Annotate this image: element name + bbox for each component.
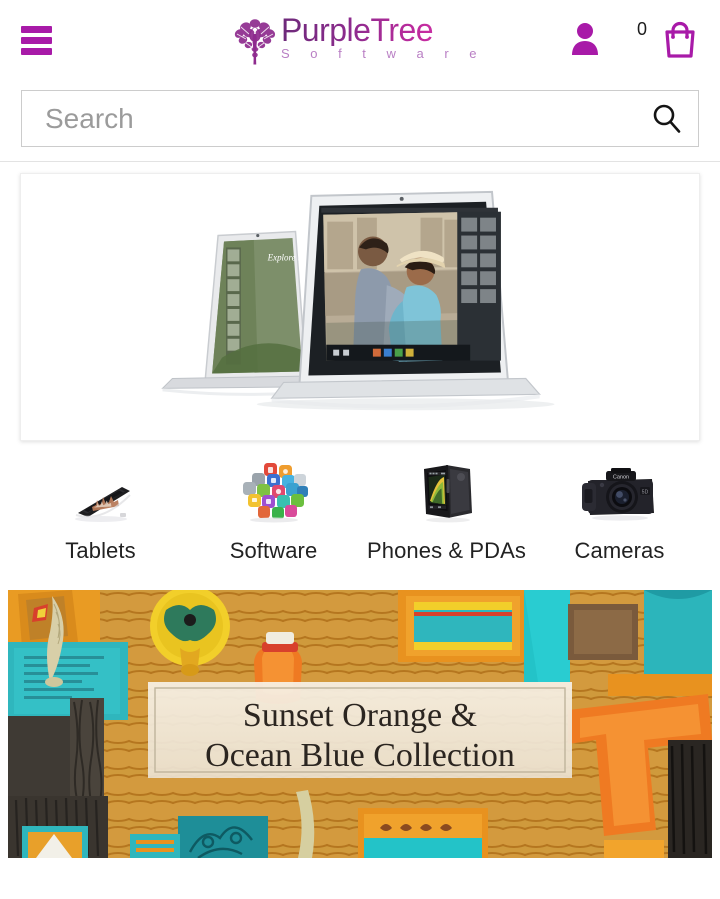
category-label: Software — [229, 538, 318, 563]
logo-primary-text: PurpleTree — [281, 14, 487, 46]
hamburger-bar — [21, 37, 52, 44]
category-label: Cameras — [574, 538, 665, 563]
search-icon — [653, 104, 681, 133]
macbook-illustration: Explore by date — [23, 174, 697, 440]
tree-icon — [234, 19, 276, 65]
category-label: Tablets — [65, 538, 136, 563]
category-item-tablets[interactable]: Tablets — [14, 461, 187, 564]
hamburger-bar — [21, 48, 52, 55]
category-label: Phones & PDAs — [366, 538, 527, 563]
site-logo[interactable]: PurpleTree S o f t w a r e — [233, 11, 487, 66]
hamburger-bar — [21, 26, 52, 33]
header-actions: 0 — [571, 18, 701, 60]
category-item-cameras[interactable]: Canon 5D Cameras — [533, 461, 706, 564]
promo-line-1: Sunset Orange & — [243, 697, 477, 734]
smartphone-icon — [360, 461, 533, 523]
svg-text:Canon: Canon — [612, 475, 628, 481]
hero-banner-macbook[interactable]: Explore by date — [20, 173, 700, 441]
promo-section: Sunset Orange & Ocean Blue Collection Su… — [0, 564, 720, 858]
app-icons-cluster-icon — [187, 461, 360, 523]
category-item-software[interactable]: Software — [187, 461, 360, 564]
hamburger-menu-icon[interactable] — [21, 26, 52, 55]
dslr-camera-icon: Canon 5D — [533, 461, 706, 523]
search-button[interactable] — [636, 91, 698, 146]
hero-section: Explore by date — [0, 162, 720, 441]
category-item-phones-pdas[interactable]: Phones & PDAs — [360, 461, 533, 564]
search-section — [0, 82, 720, 161]
promo-banner-sunset-orange-ocean-blue[interactable]: Sunset Orange & Ocean Blue Collection Su… — [8, 590, 712, 858]
promo-line-2: Ocean Blue Collection — [205, 737, 515, 774]
logo-secondary-text: S o f t w a r e — [280, 46, 486, 61]
category-strip: Tablets Software Phones & PDAs Canon 5D … — [0, 445, 720, 564]
svg-text:5D: 5D — [641, 490, 648, 496]
user-icon[interactable] — [571, 22, 599, 56]
tablet-icon — [14, 461, 187, 523]
search-box[interactable] — [21, 90, 699, 147]
shopping-bag-icon[interactable] — [659, 18, 701, 60]
search-input[interactable] — [22, 91, 636, 146]
logo-text-block: PurpleTree S o f t w a r e — [281, 11, 487, 60]
cart-count: 0 — [636, 18, 647, 39]
site-header: PurpleTree S o f t w a r e 0 — [0, 0, 720, 82]
page-root: PurpleTree S o f t w a r e 0 Search Expl… — [0, 0, 720, 899]
promo-illustration: Sunset Orange & Ocean Blue Collection — [8, 590, 712, 858]
